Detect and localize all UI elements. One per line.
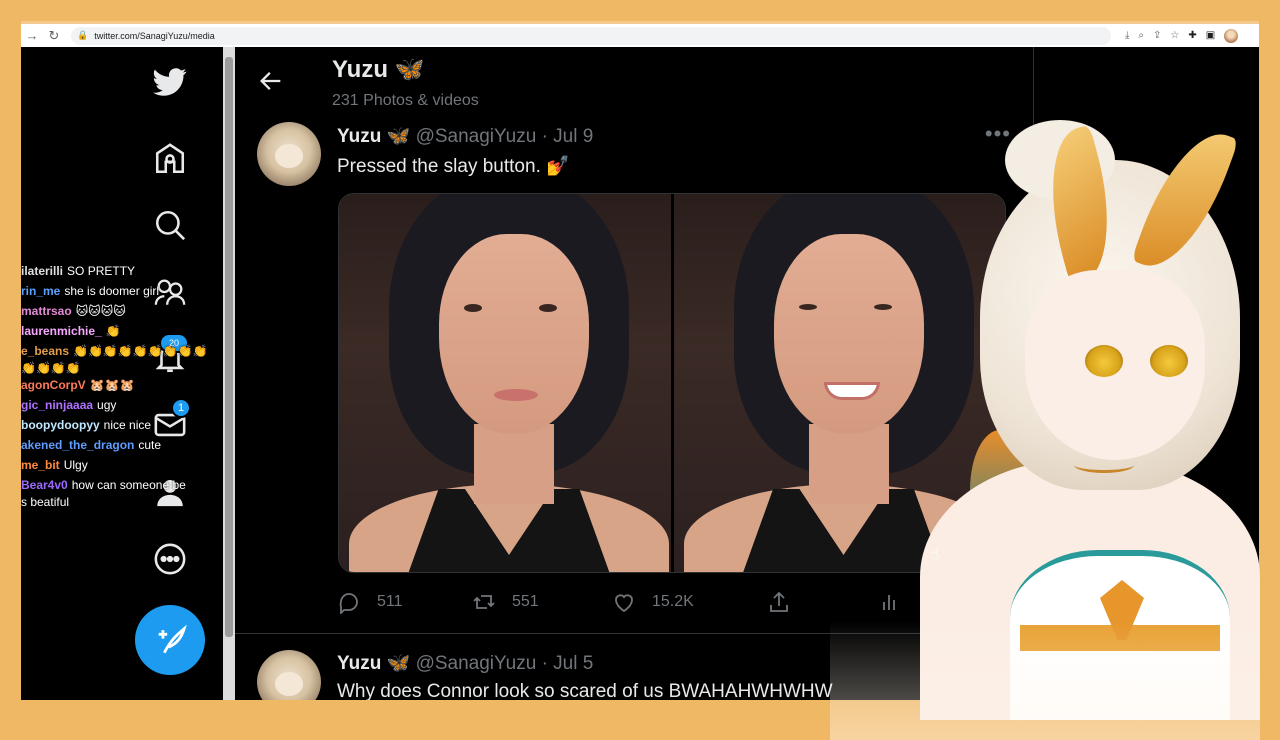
chat-text: s beatiful xyxy=(21,495,70,509)
tweet-author-name[interactable]: Yuzu 🦋 xyxy=(337,653,410,674)
chat-text: 👏👏👏👏👏👏👏👏👏 xyxy=(73,344,208,358)
chat-username: mattrsao xyxy=(21,304,72,318)
url-text: twitter.com/SanagiYuzu/media xyxy=(94,30,215,41)
chat-username: laurenmichie_ xyxy=(21,324,102,338)
tweet-handle[interactable]: @SanagiYuzu xyxy=(416,653,537,674)
tweet-text: Why does Connor look so scared of us BWA… xyxy=(337,681,833,700)
chat-text: how can someone be xyxy=(71,478,186,492)
chat-text: SO PRETTY xyxy=(67,264,136,278)
tweet-media[interactable] xyxy=(338,193,1006,573)
share-icon[interactable]: ⇪ xyxy=(1153,30,1161,41)
page-title: Yuzu 🦋 xyxy=(332,56,425,83)
chat-username: akened_the_dragon xyxy=(21,438,135,452)
back-arrow-icon[interactable] xyxy=(257,67,285,95)
tweet-date[interactable]: · Jul 9 xyxy=(542,126,594,147)
tweet-text: Pressed the slay button. 💅 xyxy=(337,156,570,177)
twitter-logo-icon[interactable] xyxy=(149,61,191,103)
chat-message: me_bit Ulgy xyxy=(21,455,221,475)
media-count: 231 Photos & videos xyxy=(332,92,479,109)
tweet-header: Yuzu 🦋 @SanagiYuzu · Jul 5 xyxy=(337,651,593,675)
avatar[interactable] xyxy=(257,650,321,700)
back-icon[interactable]: → xyxy=(21,25,43,47)
stream-frame: → ↻ 🔒 twitter.com/SanagiYuzu/media ⤓ ⌕ ⇪… xyxy=(0,0,1280,740)
chat-message: laurenmichie_ 👏 xyxy=(21,321,221,341)
chat-message: Bear4v0 how can someone be xyxy=(21,475,221,495)
compose-tweet-button[interactable] xyxy=(135,605,205,675)
star-icon[interactable]: ☆ xyxy=(1170,30,1179,41)
like-count: 15.2K xyxy=(652,593,694,610)
reply-count: 511 xyxy=(377,593,403,610)
like-button[interactable]: 15.2K xyxy=(612,590,767,614)
chat-message: akened_the_dragon cute xyxy=(21,435,221,455)
tweet-date[interactable]: · Jul 5 xyxy=(542,653,594,674)
retweet-button[interactable]: 551 xyxy=(472,590,612,614)
chat-message: rin_me she is doomer girl xyxy=(21,281,221,301)
extensions-icon[interactable]: ✚ xyxy=(1188,30,1196,41)
chat-username: e_beans xyxy=(21,344,70,358)
chat-message: 👏👏👏👏 xyxy=(21,361,221,375)
scrollbar-thumb[interactable] xyxy=(225,57,233,637)
heart-icon xyxy=(615,594,633,613)
profile-avatar[interactable] xyxy=(1224,28,1239,43)
profile-header: Yuzu 🦋 231 Photos & videos xyxy=(235,47,1033,117)
twitter-page: 20 1 ilaterilli SO PRETTY rin_me she is doo… xyxy=(21,47,1259,700)
chat-message: agonCorpV 🐹🐹🐹 xyxy=(21,375,221,395)
stream-chat: ilaterilli SO PRETTY rin_me she is doomer g… xyxy=(21,261,221,509)
browser-actions: ⤓ ⌕ ⇪ ☆ ✚ ▣ xyxy=(1125,28,1239,43)
analytics-button[interactable] xyxy=(877,590,917,614)
hand-cursor-icon: ☝ xyxy=(930,546,940,563)
chat-username: ilaterilli xyxy=(21,264,64,278)
chat-message: s beatiful xyxy=(21,495,221,509)
chat-username: boopydoopyy xyxy=(21,418,100,432)
chat-text: Ulgy xyxy=(63,458,88,472)
chat-text: 🐹🐹🐹 xyxy=(89,378,135,392)
address-bar[interactable]: 🔒 twitter.com/SanagiYuzu/media xyxy=(71,26,1111,45)
chat-message: e_beans 👏👏👏👏👏👏👏👏👏 xyxy=(21,341,221,361)
chat-message: gic_ninjaaaa ugy xyxy=(21,395,221,415)
install-icon[interactable]: ⤓ xyxy=(1125,30,1129,41)
explore-icon[interactable] xyxy=(149,204,191,246)
analytics-icon xyxy=(883,595,895,610)
chat-username: me_bit xyxy=(21,458,60,472)
avatar[interactable] xyxy=(257,122,321,186)
retweet-icon xyxy=(473,595,495,609)
chat-username: agonCorpV xyxy=(21,378,86,392)
lock-icon: 🔒 xyxy=(77,30,89,40)
chat-message: mattrsao 🐱🐱🐱🐱 xyxy=(21,301,221,321)
chat-message: ilaterilli SO PRETTY xyxy=(21,261,221,281)
tweet-header: Yuzu 🦋 @SanagiYuzu · Jul 9 xyxy=(337,124,593,148)
home-icon[interactable] xyxy=(149,138,191,180)
reload-icon[interactable]: ↻ xyxy=(43,25,65,47)
chat-text: cute xyxy=(138,438,162,452)
share-icon xyxy=(770,591,788,612)
chat-text: she is doomer girl xyxy=(64,284,160,298)
tweet[interactable]: Yuzu 🦋 @SanagiYuzu · Jul 9 ••• Pressed t… xyxy=(235,117,1033,634)
reply-icon xyxy=(339,593,358,614)
tweet[interactable]: Yuzu 🦋 @SanagiYuzu · Jul 5 Why does Conn… xyxy=(235,634,1033,700)
share-button[interactable] xyxy=(767,590,877,614)
sidebar-icon[interactable]: ▣ xyxy=(1206,30,1215,41)
chat-text: 👏👏👏👏 xyxy=(21,361,81,375)
retweet-count: 551 xyxy=(512,593,539,610)
tweet-actions: 511 551 15.2K xyxy=(337,587,937,617)
main-column: Yuzu 🦋 231 Photos & videos Yuzu 🦋 @Sanag… xyxy=(235,47,1034,700)
photo-smiling[interactable] xyxy=(673,194,1005,572)
chat-username: gic_ninjaaaa xyxy=(21,398,94,412)
reply-button[interactable]: 511 xyxy=(337,590,472,614)
chat-text: 🐱🐱🐱🐱 xyxy=(75,304,126,318)
chat-text: nice nice xyxy=(103,418,152,432)
tweet-handle[interactable]: @SanagiYuzu xyxy=(416,126,537,147)
chat-username: rin_me xyxy=(21,284,61,298)
zoom-icon[interactable]: ⌕ xyxy=(1138,30,1144,41)
chat-message: boopydoopyy nice nice xyxy=(21,415,221,435)
browser-toolbar: → ↻ 🔒 twitter.com/SanagiYuzu/media ⤓ ⌕ ⇪… xyxy=(21,21,1259,47)
tweet-author-name[interactable]: Yuzu 🦋 xyxy=(337,126,410,147)
more-options-icon[interactable]: ••• xyxy=(985,121,1011,147)
chat-text: ugy xyxy=(97,398,117,412)
more-icon[interactable] xyxy=(149,538,191,580)
photo-neutral[interactable] xyxy=(339,194,671,572)
chat-username: Bear4v0 xyxy=(21,478,68,492)
chat-text: 👏 xyxy=(105,324,121,338)
